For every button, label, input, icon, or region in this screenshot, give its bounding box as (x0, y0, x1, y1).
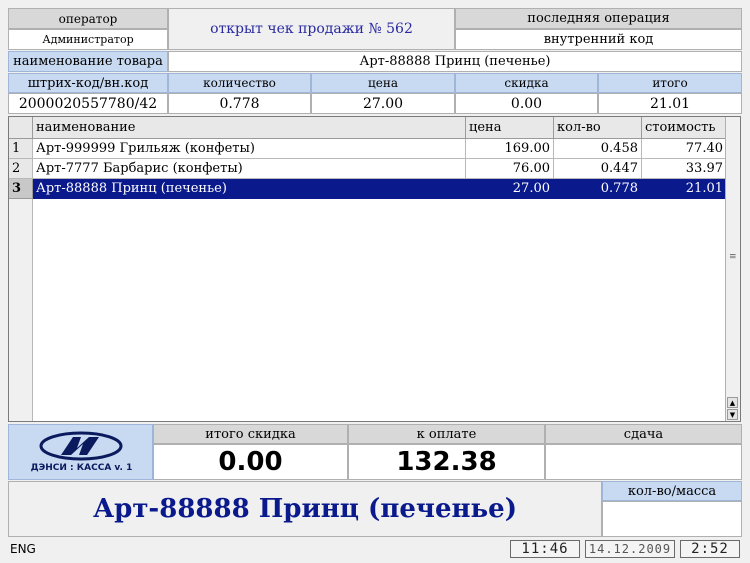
row-name: Арт-88888 Принц (печенье) (33, 179, 466, 199)
column-header-qty[interactable]: кол-во (554, 117, 642, 139)
row-price: 169.00 (466, 139, 554, 159)
scroll-grip-icon[interactable]: ≡ (729, 253, 737, 262)
time-display: 11:46 (510, 540, 580, 558)
table-row-selected[interactable]: 3 Арт-88888 Принц (печенье) 27.00 0.778 … (9, 179, 727, 199)
densy-logo-icon (39, 431, 123, 461)
row-number-gutter (9, 199, 33, 421)
row-qty: 0.447 (554, 159, 642, 179)
discount-value[interactable]: 0.00 (455, 93, 598, 114)
row-cost: 77.40 (642, 139, 727, 159)
column-header-cost[interactable]: стоимость (642, 117, 727, 139)
keyboard-layout: ENG (10, 542, 36, 556)
receipt-status: открыт чек продажи № 562 (168, 8, 455, 50)
product-name-label: наименование товара (8, 51, 168, 72)
row-price: 76.00 (466, 159, 554, 179)
operator-label: оператор (8, 8, 168, 29)
total-discount-value: 0.00 (153, 444, 348, 480)
total-discount-label: итого скидка (153, 424, 348, 444)
product-name-value: Арт-88888 Принц (печенье) (168, 51, 742, 72)
row-qty: 0.458 (554, 139, 642, 159)
column-header-price[interactable]: цена (466, 117, 554, 139)
to-pay-label: к оплате (348, 424, 545, 444)
vertical-scrollbar[interactable]: ≡ ▲ ▼ (725, 117, 740, 421)
row-number: 3 (9, 179, 33, 199)
row-qty: 0.778 (554, 179, 642, 199)
clock-display: 2:52 (680, 540, 740, 558)
total-label: итого (598, 73, 742, 93)
items-table[interactable]: наименование цена кол-во стоимость 1 Арт… (8, 116, 741, 422)
table-header-corner (9, 117, 33, 139)
row-name: Арт-7777 Барбарис (конфеты) (33, 159, 466, 179)
table-row[interactable]: 2 Арт-7777 Барбарис (конфеты) 76.00 0.44… (9, 159, 727, 179)
qty-mass-value[interactable] (602, 501, 742, 537)
price-label: цена (311, 73, 455, 93)
column-header-name[interactable]: наименование (33, 117, 466, 139)
row-cost: 21.01 (642, 179, 727, 199)
quantity-label: количество (168, 73, 311, 93)
row-name: Арт-999999 Грильяж (конфеты) (33, 139, 466, 159)
last-operation-value: внутренний код (455, 29, 742, 50)
barcode-label: штрих-код/вн.код (8, 73, 168, 93)
table-row[interactable]: 1 Арт-999999 Грильяж (конфеты) 169.00 0.… (9, 139, 727, 159)
quantity-value[interactable]: 0.778 (168, 93, 311, 114)
change-value (545, 444, 742, 480)
scroll-up-icon[interactable]: ▲ (727, 397, 738, 408)
last-operation-label: последняя операция (455, 8, 742, 29)
logo-panel: ДЭНСИ : КАССА v. 1 (8, 424, 153, 480)
barcode-value[interactable]: 2000020557780/42 (8, 93, 168, 114)
current-item-name: Арт-88888 Принц (печенье) (8, 481, 602, 537)
logo-caption: ДЭНСИ : КАССА v. 1 (30, 463, 133, 473)
change-label: сдача (545, 424, 742, 444)
row-price: 27.00 (466, 179, 554, 199)
scroll-down-icon[interactable]: ▼ (727, 409, 738, 420)
row-number: 1 (9, 139, 33, 159)
to-pay-value: 132.38 (348, 444, 545, 480)
row-cost: 33.97 (642, 159, 727, 179)
date-display: 14.12.2009 (585, 540, 675, 558)
qty-mass-label: кол-во/масса (602, 481, 742, 501)
price-value: 27.00 (311, 93, 455, 114)
discount-label: скидка (455, 73, 598, 93)
total-value: 21.01 (598, 93, 742, 114)
row-number: 2 (9, 159, 33, 179)
operator-value: Администратор (8, 29, 168, 50)
